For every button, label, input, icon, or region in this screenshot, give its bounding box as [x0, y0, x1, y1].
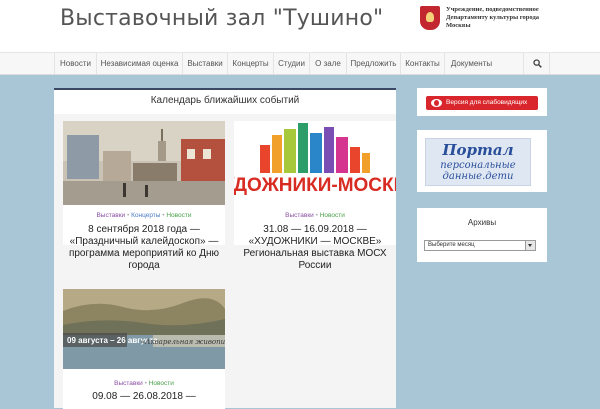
nav-item-studios[interactable]: Студии [273, 53, 309, 74]
calendar-title: Календарь ближайших событий [150, 95, 300, 106]
portal-subtitle: персональные [440, 160, 516, 171]
tag-exhibitions[interactable]: Выставки [96, 212, 125, 219]
tag-exhibitions[interactable]: Выставки [114, 380, 143, 387]
nav-item-contacts[interactable]: Контакты [400, 53, 444, 74]
nav-item-independent-rating[interactable]: Независимая оценка [96, 53, 182, 74]
tag-news[interactable]: Новости [320, 212, 345, 219]
event-thumbnail-poster[interactable]: ХУДОЖНИКИ-МОСКВЕ [234, 121, 396, 205]
tag-exhibitions[interactable]: Выставки [285, 212, 314, 219]
event-thumbnail-painting[interactable] [63, 121, 225, 205]
portal-widget: Портал персональные данные.дети [417, 130, 547, 192]
nav-item-exhibitions[interactable]: Выставки [182, 53, 227, 74]
event-thumbnail-watercolor[interactable]: 09 августа – 26 августа «Акварельная жив… [63, 289, 225, 369]
chevron-down-icon [525, 241, 535, 250]
site-title[interactable]: Выставочный зал "Тушино" [60, 6, 383, 31]
portal-title: Портал [442, 141, 514, 159]
calendar-header: Календарь ближайших событий [54, 88, 396, 114]
main-content: Календарь ближайших событий Выставки • К… [54, 88, 396, 409]
portal-domain: данные.дети [442, 171, 514, 182]
nav-item-suggest[interactable]: Предложить [346, 53, 400, 74]
event-card[interactable]: ХУДОЖНИКИ-МОСКВЕ Выставки • Новости 31.0… [234, 121, 396, 271]
nav-item-about[interactable]: О зале [309, 53, 346, 74]
search-icon [533, 59, 542, 68]
main-nav: Новости Независимая оценка Выставки Конц… [0, 52, 600, 75]
event-title[interactable]: 8 сентября 2018 года — «Праздничный кале… [67, 224, 221, 272]
event-tags: Выставки • Новости [114, 380, 174, 387]
nav-item-news[interactable]: Новости [54, 53, 96, 74]
tag-news[interactable]: Новости [149, 380, 174, 387]
event-title[interactable]: 09.08 — 26.08.2018 — [67, 391, 221, 403]
tag-concerts[interactable]: Концерты [131, 212, 160, 219]
institution-label[interactable]: Учреждение, подведомственное Департамент… [446, 6, 556, 30]
archives-month-select[interactable]: Выберите месяц [424, 240, 536, 251]
event-tags: Выставки • Новости [285, 212, 345, 219]
event-title[interactable]: 31.08 — 16.09.2018 — «ХУДОЖНИКИ — МОСКВЕ… [238, 224, 392, 272]
low-vision-widget: Версия для слабовидящих [417, 88, 547, 116]
moscow-coat-of-arms-icon[interactable] [420, 6, 440, 30]
nav-search-button[interactable] [523, 53, 550, 74]
tag-news[interactable]: Новости [166, 212, 191, 219]
nav-item-documents[interactable]: Документы [444, 53, 498, 74]
low-vision-button[interactable]: Версия для слабовидящих [426, 96, 538, 110]
poster-caption: «Акварельная живопись» [141, 338, 225, 346]
event-card[interactable]: 09 августа – 26 августа «Акварельная жив… [63, 289, 225, 409]
eye-icon [431, 99, 442, 107]
poster-text: ХУДОЖНИКИ-МОСКВЕ [234, 175, 396, 196]
archives-title: Архивы [467, 218, 497, 227]
event-card[interactable]: Выставки • Концерты • Новости 8 сентября… [63, 121, 225, 271]
event-tags: Выставки • Концерты • Новости [96, 212, 192, 219]
low-vision-label: Версия для слабовидящих [446, 99, 528, 106]
archives-select-value: Выберите месяц [428, 242, 475, 248]
site-header: Выставочный зал "Тушино" Учреждение, под… [0, 0, 600, 52]
portal-banner[interactable]: Портал персональные данные.дети [425, 138, 531, 186]
nav-item-concerts[interactable]: Концерты [227, 53, 273, 74]
archives-widget: Архивы Выберите месяц [417, 208, 547, 262]
